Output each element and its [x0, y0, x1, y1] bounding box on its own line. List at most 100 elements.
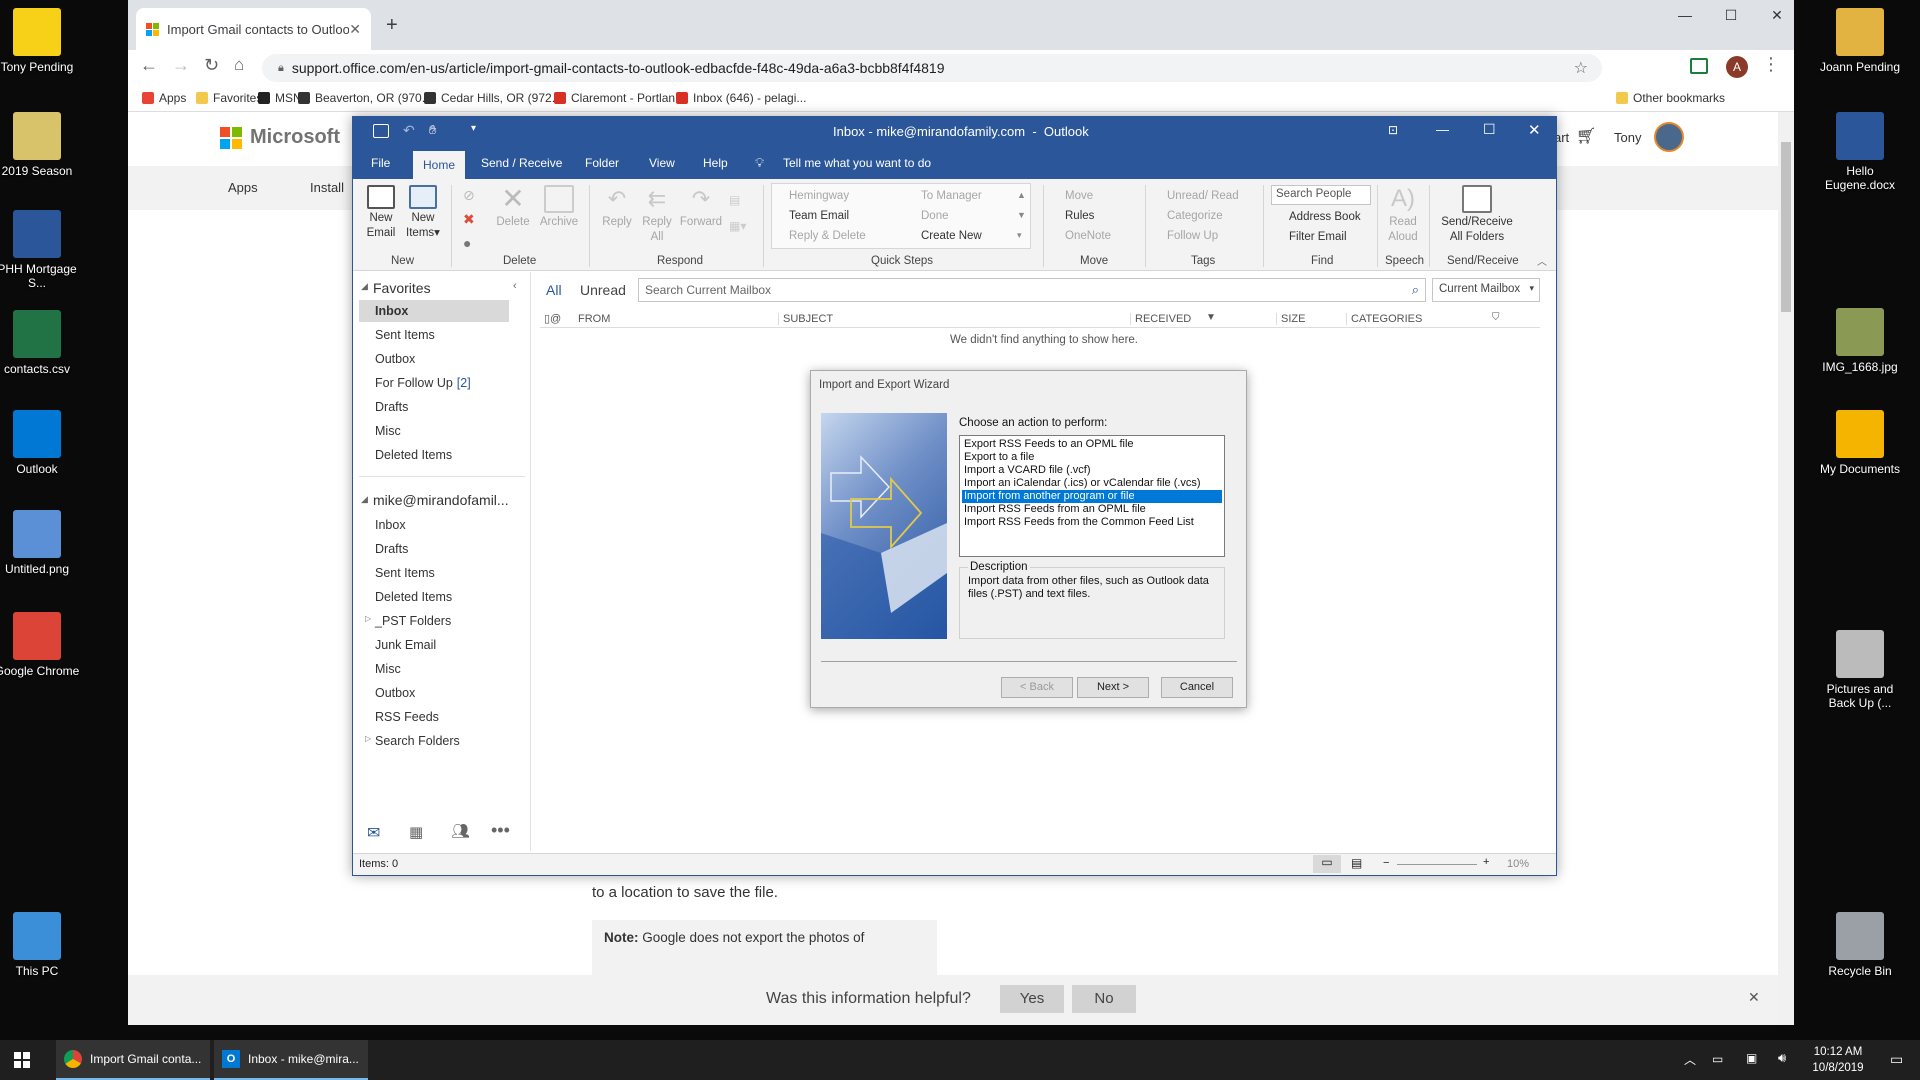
- read-aloud-button[interactable]: A) Read Aloud: [1383, 185, 1423, 245]
- favorite-folder[interactable]: Deleted Items: [375, 448, 452, 462]
- desktop-icon[interactable]: 2019 Season: [0, 112, 82, 178]
- undo-icon[interactable]: ↶: [403, 122, 415, 139]
- archive-button[interactable]: Archive: [537, 185, 581, 230]
- ribbon-tab-help[interactable]: Help: [693, 147, 738, 179]
- favorite-folder[interactable]: For Follow Up [2]: [375, 376, 471, 390]
- action-option[interactable]: Export RSS Feeds to an OPML file: [962, 438, 1222, 451]
- mail-icon[interactable]: ✉: [367, 823, 380, 843]
- bookmark-star-icon[interactable]: ☆: [1574, 58, 1588, 78]
- filter-email-button[interactable]: Filter Email: [1289, 230, 1347, 245]
- new-items-button[interactable]: New Items▾: [403, 185, 443, 241]
- bookmark-item[interactable]: Favorites: [196, 91, 262, 105]
- nav-apps[interactable]: Apps: [228, 180, 258, 195]
- ribbon-tab-home[interactable]: Home: [413, 151, 466, 179]
- desktop-icon[interactable]: contacts.csv: [0, 310, 82, 376]
- account-header[interactable]: mike@mirandofamil...: [373, 492, 509, 508]
- show-hidden-icons[interactable]: ︿: [1684, 1051, 1696, 1068]
- collapse-favorites-icon[interactable]: ◢: [361, 281, 368, 292]
- filter-all[interactable]: All: [546, 282, 562, 298]
- tell-me-input[interactable]: Tell me what you want to do: [773, 147, 941, 179]
- qs-done[interactable]: Done: [921, 209, 949, 224]
- ribbon-tab-send-receive[interactable]: Send / Receive: [471, 147, 572, 179]
- nav-install[interactable]: Install: [310, 180, 344, 195]
- extension-icon[interactable]: [1690, 58, 1708, 74]
- favorite-folder[interactable]: Drafts: [375, 400, 408, 414]
- close-window-icon[interactable]: ✕: [1754, 0, 1794, 30]
- volume-icon[interactable]: 🔊︎: [1778, 1050, 1786, 1066]
- bookmark-item[interactable]: Inbox (646) - pelagi...: [676, 91, 806, 105]
- account-folder[interactable]: Deleted Items: [375, 590, 452, 604]
- cart-icon[interactable]: 🛒︎: [1576, 126, 1596, 146]
- user-name[interactable]: Tony: [1614, 130, 1641, 145]
- bookmark-item[interactable]: MSN: [258, 91, 302, 105]
- pin-pane-icon[interactable]: ‹: [513, 280, 517, 292]
- page-scrollbar[interactable]: [1778, 112, 1794, 1025]
- desktop-icon[interactable]: Recycle Bin: [1815, 912, 1905, 978]
- unread-read-button[interactable]: Unread/ Read: [1167, 189, 1239, 204]
- search-scope-dropdown[interactable]: Current Mailbox ▾: [1432, 278, 1540, 302]
- account-folder[interactable]: Misc: [375, 662, 401, 676]
- search-people-input[interactable]: Search People: [1271, 185, 1371, 205]
- account-folder[interactable]: Inbox: [375, 518, 406, 532]
- user-avatar[interactable]: [1654, 122, 1684, 152]
- address-book-button[interactable]: Address Book: [1289, 210, 1361, 225]
- account-folder[interactable]: ▷ _PST Folders: [365, 614, 451, 628]
- action-option[interactable]: Import RSS Feeds from an OPML file: [962, 503, 1222, 516]
- tab-close-icon[interactable]: ✕: [349, 21, 361, 38]
- desktop-icon[interactable]: Hello Eugene.docx: [1815, 112, 1905, 192]
- favorite-folder[interactable]: Misc: [375, 424, 401, 438]
- normal-view-icon[interactable]: ▭: [1313, 855, 1341, 873]
- new-email-button[interactable]: New Email: [361, 185, 401, 241]
- ribbon-tab-folder[interactable]: Folder: [575, 147, 629, 179]
- filter-column-icon[interactable]: ⛉: [1492, 312, 1500, 323]
- junk-icon[interactable]: ●: [463, 235, 471, 251]
- col-received[interactable]: RECEIVED: [1130, 313, 1191, 325]
- action-listbox[interactable]: Export RSS Feeds to an OPML file Export t…: [959, 435, 1225, 557]
- action-option[interactable]: Export to a file: [962, 451, 1222, 464]
- back-icon[interactable]: ←: [140, 55, 158, 76]
- bookmark-item[interactable]: Other bookmarks: [1616, 91, 1725, 105]
- desktop-icon[interactable]: Untitled.png: [0, 510, 82, 576]
- forward-icon[interactable]: →: [172, 55, 190, 76]
- battery-icon[interactable]: ▭: [1712, 1052, 1723, 1066]
- profile-avatar[interactable]: A: [1726, 56, 1748, 78]
- action-option[interactable]: Import RSS Feeds from the Common Feed Li…: [962, 516, 1222, 529]
- qat-customize-icon[interactable]: ▾: [471, 123, 476, 134]
- account-folder[interactable]: Junk Email: [375, 638, 436, 652]
- zoom-slider[interactable]: [1397, 864, 1477, 865]
- gallery-scroll-icon[interactable]: ▲ ▼ ▾: [1017, 185, 1026, 245]
- bookmark-item[interactable]: Beaverton, OR (970...: [298, 91, 432, 105]
- reply-button[interactable]: ↶ Reply: [599, 185, 635, 230]
- account-folder[interactable]: Outbox: [375, 686, 415, 700]
- yes-button[interactable]: Yes: [1000, 985, 1064, 1013]
- expand-folder-icon[interactable]: ▷: [365, 614, 371, 623]
- qs-reply-delete[interactable]: Reply & Delete: [789, 229, 866, 244]
- forward-button[interactable]: ↷ Forward: [679, 185, 723, 230]
- qs-create-new[interactable]: Create New: [921, 229, 982, 244]
- delete-button[interactable]: ✕ Delete: [495, 185, 531, 230]
- outlook-maximize-icon[interactable]: ☐: [1483, 121, 1496, 138]
- account-folder[interactable]: ▷ Search Folders: [365, 734, 460, 748]
- outlook-minimize-icon[interactable]: —: [1436, 122, 1449, 137]
- taskbar-chrome[interactable]: Import Gmail conta...: [56, 1040, 210, 1080]
- action-option[interactable]: Import an iCalendar (.ics) or vCalendar …: [962, 477, 1222, 490]
- collapse-account-icon[interactable]: ◢: [361, 494, 368, 505]
- next-button[interactable]: Next >: [1077, 677, 1149, 698]
- rules-button[interactable]: Rules: [1065, 209, 1094, 224]
- zoom-out-icon[interactable]: −: [1383, 857, 1389, 869]
- reload-icon[interactable]: ↻: [204, 55, 219, 76]
- touch-mode-icon[interactable]: ✋︎: [429, 122, 436, 138]
- search-icon[interactable]: ⌕: [1412, 282, 1419, 298]
- col-size[interactable]: SIZE: [1276, 313, 1305, 325]
- favorite-folder[interactable]: Sent Items: [375, 328, 435, 342]
- calendar-icon[interactable]: ▦: [409, 823, 423, 841]
- zoom-level[interactable]: 10%: [1507, 858, 1529, 870]
- clean-up-icon[interactable]: ✖: [463, 211, 475, 228]
- account-folder[interactable]: Drafts: [375, 542, 408, 556]
- desktop-icon[interactable]: Joann Pending: [1815, 8, 1905, 74]
- reading-view-icon[interactable]: ▤: [1351, 856, 1362, 870]
- more-apps-icon[interactable]: •••: [491, 820, 510, 841]
- desktop-icon[interactable]: Pictures and Back Up (...: [1815, 630, 1905, 710]
- cancel-button[interactable]: Cancel: [1161, 677, 1233, 698]
- action-option[interactable]: Import from another program or file: [962, 490, 1222, 503]
